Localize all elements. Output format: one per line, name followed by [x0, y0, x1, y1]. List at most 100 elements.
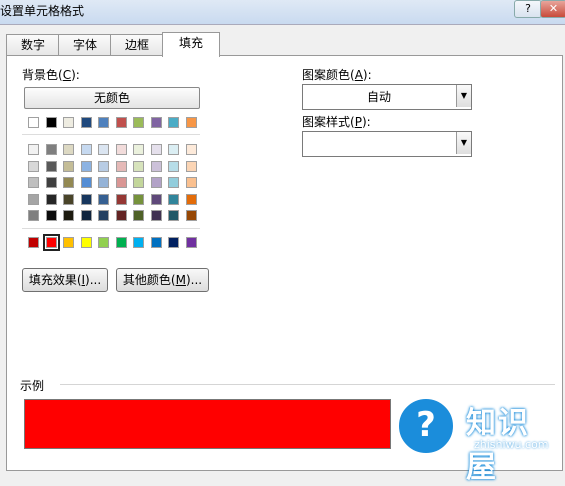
color-swatch[interactable] [28, 237, 39, 248]
color-swatch[interactable] [115, 144, 127, 155]
color-swatch[interactable] [80, 160, 92, 172]
color-swatch[interactable] [115, 193, 127, 205]
more-colors-button[interactable]: 其他颜色(M)... [116, 268, 209, 292]
pattern-color-value: 自动 [366, 90, 391, 104]
color-swatch[interactable] [168, 193, 179, 205]
color-swatch[interactable] [150, 160, 162, 172]
dropdown-arrow-icon[interactable]: ▼ [456, 132, 471, 154]
color-swatch[interactable] [63, 117, 74, 128]
color-swatch[interactable] [98, 237, 109, 248]
color-swatch[interactable] [168, 117, 179, 128]
color-swatch[interactable] [28, 160, 39, 172]
color-swatch[interactable] [45, 160, 57, 172]
color-swatch[interactable] [185, 160, 197, 172]
tab-font[interactable]: 字体 [58, 34, 112, 55]
color-swatch[interactable] [115, 117, 127, 128]
color-swatch[interactable] [185, 193, 197, 205]
color-swatch[interactable] [98, 117, 109, 128]
watermark-url: zhishiwu.com [474, 438, 549, 451]
color-swatch[interactable] [98, 177, 109, 188]
color-swatch[interactable] [63, 144, 74, 155]
color-swatch[interactable] [63, 193, 74, 205]
tab-label: 字体 [72, 38, 97, 52]
no-color-button[interactable]: 无颜色 [24, 87, 200, 109]
tab-label: 边框 [124, 38, 149, 52]
color-swatch[interactable] [168, 237, 179, 248]
fill-effects-button[interactable]: 填充效果(I)... [22, 268, 108, 292]
color-swatch[interactable] [168, 177, 179, 188]
tab-label: 填充 [178, 36, 203, 50]
color-swatch[interactable] [115, 160, 127, 172]
color-swatch[interactable] [98, 210, 109, 221]
color-swatch[interactable] [133, 210, 144, 221]
color-swatch[interactable] [133, 193, 144, 205]
color-swatch[interactable] [185, 117, 197, 128]
color-swatch[interactable] [150, 210, 162, 221]
color-swatch[interactable] [150, 144, 162, 155]
color-swatch[interactable] [28, 193, 39, 205]
color-swatch[interactable] [185, 237, 197, 248]
color-swatch[interactable] [42, 234, 60, 251]
color-swatch[interactable] [150, 237, 162, 248]
color-swatch[interactable] [45, 144, 57, 155]
color-swatch[interactable] [98, 144, 109, 155]
color-swatch[interactable] [45, 177, 57, 188]
tab-fill[interactable]: 填充 [162, 32, 220, 57]
color-swatch[interactable] [115, 177, 127, 188]
close-button[interactable]: ✕ [540, 0, 565, 18]
color-swatch[interactable] [28, 177, 39, 188]
color-swatch[interactable] [45, 117, 57, 128]
color-swatch[interactable] [63, 160, 74, 172]
pattern-color-label: 图案颜色(A): [302, 68, 372, 82]
color-swatch[interactable] [45, 193, 57, 205]
color-swatch[interactable] [80, 177, 92, 188]
color-swatch[interactable] [115, 237, 127, 248]
color-swatch[interactable] [150, 117, 162, 128]
color-swatch[interactable] [98, 193, 109, 205]
color-swatch[interactable] [115, 210, 127, 221]
color-swatch[interactable] [133, 177, 144, 188]
color-swatch[interactable] [133, 117, 144, 128]
color-swatch[interactable] [185, 144, 197, 155]
color-swatch[interactable] [168, 160, 179, 172]
color-swatch[interactable] [185, 210, 197, 221]
sample-preview [24, 399, 391, 449]
color-swatch[interactable] [80, 144, 92, 155]
color-swatch[interactable] [98, 160, 109, 172]
watermark-logo: ? 知识屋 zhishiwu.com [390, 392, 560, 485]
color-swatch[interactable] [168, 210, 179, 221]
color-swatch[interactable] [63, 177, 74, 188]
title-bar: 设置单元格格式 ? ✕ [0, 0, 565, 25]
pattern-style-label: 图案样式(P): [302, 115, 371, 129]
palette-divider [22, 134, 200, 135]
color-swatch[interactable] [150, 193, 162, 205]
pattern-style-select[interactable]: ▼ [302, 131, 472, 157]
help-icon: ? [525, 2, 531, 15]
tab-label: 数字 [20, 38, 45, 52]
pattern-color-select[interactable]: 自动 ▼ [302, 84, 472, 110]
color-swatch[interactable] [80, 237, 92, 248]
color-swatch[interactable] [28, 210, 39, 221]
color-swatch[interactable] [28, 144, 39, 155]
tab-number[interactable]: 数字 [6, 34, 60, 55]
color-swatch[interactable] [63, 237, 74, 248]
help-button[interactable]: ? [514, 0, 542, 18]
color-swatch[interactable] [133, 237, 144, 248]
color-swatch[interactable] [133, 160, 144, 172]
sample-label: 示例 [20, 379, 45, 393]
dropdown-arrow-icon[interactable]: ▼ [456, 85, 471, 107]
color-swatch[interactable] [63, 210, 74, 221]
color-swatch[interactable] [133, 144, 144, 155]
color-swatch[interactable] [45, 210, 57, 221]
color-swatch[interactable] [80, 117, 92, 128]
color-swatch[interactable] [168, 144, 179, 155]
color-swatch[interactable] [80, 210, 92, 221]
color-swatch[interactable] [150, 177, 162, 188]
sample-group-divider [60, 384, 555, 385]
color-swatch[interactable] [185, 177, 197, 188]
color-swatch[interactable] [28, 117, 39, 128]
color-swatch[interactable] [80, 193, 92, 205]
palette-divider [22, 228, 200, 229]
tab-border[interactable]: 边框 [110, 34, 164, 55]
no-color-label: 无颜色 [93, 91, 130, 105]
